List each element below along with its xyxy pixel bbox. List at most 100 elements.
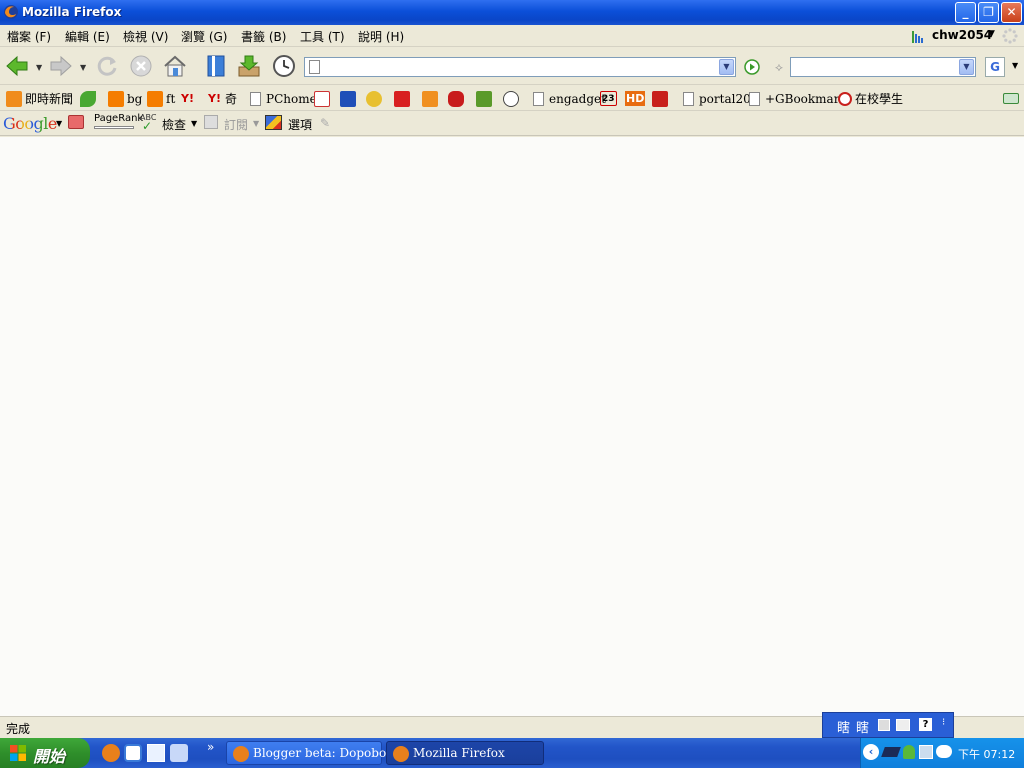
youtube-icon[interactable]: [652, 90, 671, 107]
paw-icon[interactable]: [340, 90, 359, 107]
yahoo-icon[interactable]: Y!: [181, 90, 194, 107]
minimize-button[interactable]: _: [955, 2, 976, 23]
ime-menu-icon[interactable]: ⁝: [942, 717, 945, 728]
menu-help[interactable]: 說明 (H): [358, 28, 404, 45]
menu-edit[interactable]: 編輯 (E): [65, 28, 110, 45]
menu-go[interactable]: 瀏覽 (G): [181, 28, 227, 45]
url-bar[interactable]: ▼: [304, 57, 736, 77]
tray-user-icon[interactable]: [903, 745, 915, 759]
ime-input-button[interactable]: 瞎: [856, 717, 869, 736]
download-icon[interactable]: [236, 53, 262, 79]
highlighter-icon[interactable]: ✎: [320, 116, 330, 130]
face-icon[interactable]: [503, 90, 522, 107]
taskbar-item-firefox[interactable]: Mozilla Firefox: [386, 741, 544, 765]
bookmark-23[interactable]: 23: [600, 91, 617, 106]
user-account[interactable]: chw2054: [932, 28, 992, 42]
quicklaunch-more-button[interactable]: »: [207, 740, 214, 754]
vote-icon[interactable]: [422, 90, 441, 107]
green-app-icon[interactable]: [476, 90, 495, 107]
leaf-icon[interactable]: [80, 90, 99, 107]
bookmark-news[interactable]: 即時新聞: [6, 90, 73, 107]
toolbar-resize-icon[interactable]: ⟡: [775, 60, 783, 75]
bookmark-hd[interactable]: HD: [625, 91, 646, 106]
google-logo[interactable]: Google: [3, 114, 57, 133]
start-button[interactable]: 開始: [0, 738, 90, 768]
quicklaunch-desktop-icon[interactable]: [147, 744, 165, 762]
menu-file[interactable]: 檔案 (F): [7, 28, 51, 45]
ime-toolbar[interactable]: 瞎 瞎 ? ⁝: [822, 712, 954, 738]
bookmark-gbookmark[interactable]: +GBookmark: [749, 90, 847, 107]
history-clock-icon[interactable]: [271, 53, 297, 79]
bookmark-label: 在校學生: [855, 92, 904, 106]
forward-history-chevron-icon[interactable]: ▼: [80, 63, 86, 72]
search-input[interactable]: [795, 59, 953, 75]
forward-arrow-icon[interactable]: [48, 53, 74, 79]
back-arrow-icon[interactable]: [4, 53, 30, 79]
url-history-chevron-icon[interactable]: ▼: [719, 59, 734, 75]
page-icon: [749, 91, 760, 106]
ime-help-icon[interactable]: ?: [919, 718, 932, 731]
smiley-icon[interactable]: [366, 90, 385, 107]
bookmark-label: engadget: [549, 91, 606, 106]
bookmarks-sidebar-icon[interactable]: [203, 53, 229, 79]
maximize-button[interactable]: ❐: [978, 2, 999, 23]
menu-bookmarks[interactable]: 書籤 (B): [241, 28, 286, 45]
taskbar-item-blogger[interactable]: Blogger beta: Dopobo...: [226, 741, 397, 765]
url-input[interactable]: [325, 59, 720, 75]
check-chevron-icon[interactable]: ▼: [191, 119, 197, 128]
search-engine-chevron-icon[interactable]: ▼: [1012, 61, 1018, 70]
bookmark-pchome[interactable]: PChome: [250, 90, 317, 107]
subscribe-chevron-icon[interactable]: ▼: [253, 119, 259, 128]
gmail-icon[interactable]: [314, 90, 333, 107]
options-icon[interactable]: [265, 115, 282, 130]
ime-mode-button[interactable]: 瞎: [837, 717, 850, 736]
google-menu-chevron-icon[interactable]: ▼: [56, 119, 62, 128]
user-menu-chevron-icon[interactable]: ▼: [988, 29, 995, 39]
page-content[interactable]: [0, 137, 1024, 716]
quicklaunch-firefox-icon[interactable]: [102, 744, 120, 762]
close-button[interactable]: ✕: [1001, 2, 1022, 23]
search-box[interactable]: ▼: [790, 57, 976, 77]
ime-width-icon[interactable]: [878, 719, 890, 731]
check-button[interactable]: 檢查: [162, 116, 186, 133]
spellcheck-icon[interactable]: ✓: [142, 119, 152, 133]
clock[interactable]: 下午 07:12: [958, 746, 1015, 762]
start-label: 開始: [33, 747, 66, 766]
search-history-chevron-icon[interactable]: ▼: [959, 59, 974, 75]
bookmark-ft[interactable]: ft: [147, 90, 175, 107]
bookmark-yahoo-qi[interactable]: Y! 奇: [208, 90, 237, 107]
bookmark-portal20[interactable]: portal20: [683, 90, 751, 107]
pagerank-label[interactable]: PageRank: [94, 113, 143, 124]
back-history-chevron-icon[interactable]: ▼: [36, 63, 42, 72]
menu-view[interactable]: 檢視 (V): [123, 28, 168, 45]
ime-keyboard-icon[interactable]: [896, 719, 910, 731]
bookmark-label: 奇: [224, 92, 237, 106]
bookmark-students[interactable]: 在校學生: [838, 90, 903, 107]
bookmark-bg[interactable]: bg: [108, 90, 142, 107]
go-icon[interactable]: [744, 59, 760, 75]
tray-pen-icon[interactable]: [881, 747, 901, 757]
status-text: 完成: [6, 722, 31, 736]
taskbar-item-label: Mozilla Firefox: [413, 746, 505, 760]
yahoo-icon: Y!: [208, 92, 221, 105]
news-icon[interactable]: [68, 115, 84, 129]
tray-network-icon[interactable]: [919, 745, 933, 759]
rss-feed-icon[interactable]: [204, 115, 218, 129]
del-icon[interactable]: [448, 90, 467, 107]
title-bar[interactable]: Mozilla Firefox _ ❐ ✕: [0, 0, 1024, 25]
tray-expand-chevron-icon[interactable]: ‹: [863, 744, 879, 760]
home-icon[interactable]: [162, 53, 188, 79]
menu-tools[interactable]: 工具 (T): [300, 28, 345, 45]
bookmark-engadget[interactable]: engadget: [533, 90, 606, 107]
stop-icon[interactable]: [128, 53, 154, 79]
search-engine-icon[interactable]: G: [985, 57, 1005, 77]
options-button[interactable]: 選項: [288, 116, 312, 133]
reload-icon[interactable]: [94, 53, 120, 79]
add-bookmark-icon[interactable]: [1003, 90, 1022, 107]
blogger-icon: [108, 90, 124, 107]
quicklaunch-app-icon[interactable]: [170, 744, 188, 762]
tray-message-icon[interactable]: [936, 745, 952, 758]
zdnet-icon[interactable]: [394, 90, 413, 107]
quicklaunch-ie-icon[interactable]: [124, 744, 142, 762]
subscribe-button[interactable]: 訂閱: [224, 116, 248, 133]
